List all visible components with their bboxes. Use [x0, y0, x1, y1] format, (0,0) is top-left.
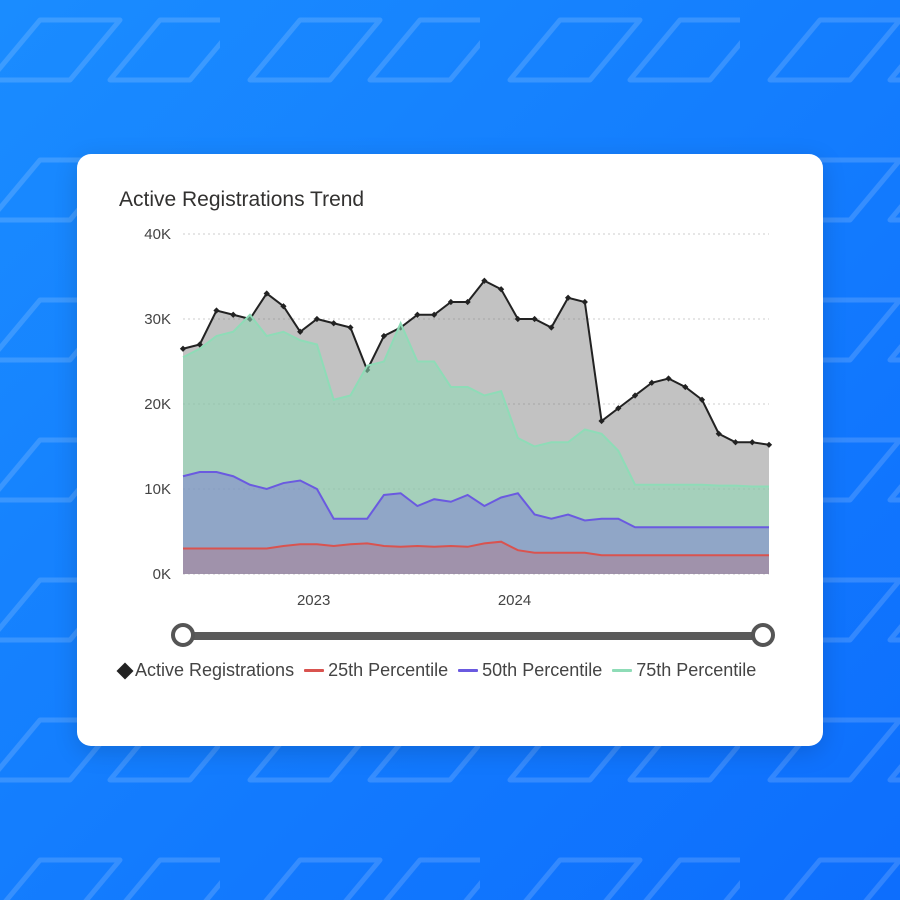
line-swatch-icon: [304, 669, 324, 672]
legend-label: 75th Percentile: [636, 660, 756, 681]
legend-item: Active Registrations: [119, 660, 294, 681]
y-axis-tick: 40K: [144, 226, 171, 243]
chart-plot: 0K 10K 20K 30K 40K: [119, 224, 779, 584]
y-axis-tick: 10K: [144, 481, 171, 498]
line-swatch-icon: [612, 669, 632, 672]
legend-label: Active Registrations: [135, 660, 294, 681]
range-slider-end-handle[interactable]: [751, 623, 775, 647]
page-background: Active Registrations Trend 0K 10K 20K 30K 40…: [0, 0, 900, 900]
x-axis-tick: 2023: [297, 592, 330, 609]
legend-item: 25th Percentile: [304, 660, 448, 681]
y-axis-tick: 30K: [144, 311, 171, 328]
legend-item: 50th Percentile: [458, 660, 602, 681]
chart-legend: Active Registrations 25th Percentile 50th …: [119, 660, 756, 681]
legend-label: 25th Percentile: [328, 660, 448, 681]
y-axis-tick: 20K: [144, 396, 171, 413]
y-axis-tick: 0K: [153, 566, 171, 583]
legend-label: 50th Percentile: [482, 660, 602, 681]
range-slider[interactable]: [183, 632, 763, 640]
diamond-icon: [117, 662, 134, 679]
chart-card: Active Registrations Trend 0K 10K 20K 30K 40…: [77, 154, 823, 746]
x-axis-tick: 2024: [498, 592, 531, 609]
range-slider-start-handle[interactable]: [171, 623, 195, 647]
chart-title: Active Registrations Trend: [119, 188, 364, 212]
line-swatch-icon: [458, 669, 478, 672]
legend-item: 75th Percentile: [612, 660, 756, 681]
